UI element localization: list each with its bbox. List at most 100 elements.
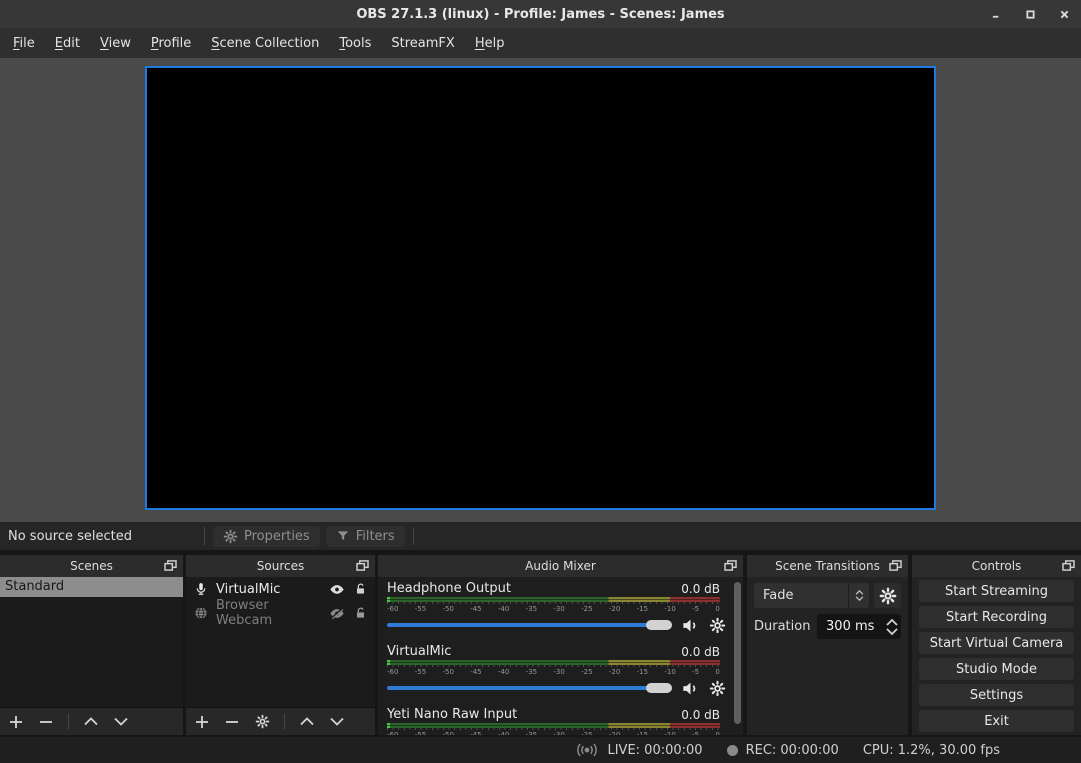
chevron-up-icon — [855, 590, 864, 595]
properties-button-label: Properties — [244, 529, 310, 544]
menu-help[interactable]: Help — [465, 32, 515, 55]
move-scene-up-button[interactable] — [83, 717, 99, 726]
unlock-icon[interactable] — [352, 582, 368, 597]
settings-button[interactable]: Settings — [919, 684, 1074, 706]
transition-properties-button[interactable] — [874, 583, 901, 608]
window-controls — [989, 0, 1071, 28]
menu-profile[interactable]: Profile — [141, 32, 201, 55]
eye-slash-icon[interactable] — [329, 605, 345, 622]
start-streaming-button[interactable]: Start Streaming — [919, 580, 1074, 602]
meter-scale-label: -40 — [498, 730, 509, 735]
volume-slider-handle[interactable] — [646, 620, 672, 630]
meter-scale-label: -25 — [581, 604, 592, 614]
duration-spinner[interactable] — [883, 614, 901, 639]
add-source-button[interactable] — [194, 715, 210, 729]
audio-mixer-body: Headphone Output 0.0 dB -60-55-50-45-40-… — [378, 577, 743, 735]
chevron-down-icon — [114, 717, 128, 726]
meter-scale-label: -30 — [553, 667, 564, 677]
scene-transitions-panel-title: Scene Transitions — [747, 559, 908, 573]
source-name: Browser Webcam — [216, 598, 322, 628]
menu-edit[interactable]: Edit — [45, 32, 90, 55]
transition-select[interactable]: Fade — [754, 583, 869, 608]
obs-window: OBS 27.1.3 (linux) - Profile: James - Sc… — [0, 0, 1081, 763]
chevron-up-icon — [84, 717, 98, 726]
remove-source-button[interactable] — [224, 715, 240, 729]
toolbar-separator — [413, 527, 414, 545]
channel-db-value: 0.0 dB — [681, 708, 720, 722]
remove-scene-button[interactable] — [38, 715, 54, 729]
meter-scale-label: -50 — [442, 667, 453, 677]
source-row-browser-webcam[interactable]: Browser Webcam — [186, 601, 375, 625]
record-dot-icon — [727, 745, 738, 756]
volume-slider-handle[interactable] — [646, 683, 672, 693]
controls-panel: Controls Start Streaming Start Recording… — [912, 555, 1081, 735]
sources-panel-header: Sources — [186, 555, 375, 577]
audio-mixer-panel: Audio Mixer Headphone Output 0.0 dB -60-… — [378, 555, 743, 735]
meter-scale-label: -10 — [664, 730, 675, 735]
move-source-down-button[interactable] — [329, 717, 345, 726]
mixer-channel-virtualmic: VirtualMic 0.0 dB -60-55-50-45-40-35-30-… — [387, 643, 734, 699]
start-virtual-camera-button[interactable]: Start Virtual Camera — [919, 632, 1074, 654]
gear-icon[interactable] — [709, 617, 726, 634]
source-name: VirtualMic — [216, 582, 322, 597]
speaker-icon[interactable] — [681, 679, 700, 698]
live-time-label: LIVE: 00:00:00 — [607, 743, 702, 758]
window-title: OBS 27.1.3 (linux) - Profile: James - Sc… — [356, 7, 724, 22]
move-source-up-button[interactable] — [299, 717, 315, 726]
combo-spinner[interactable] — [848, 583, 869, 608]
toolbar-separator — [68, 714, 69, 730]
menu-tools[interactable]: Tools — [329, 32, 381, 55]
menu-streamfx[interactable]: StreamFX — [381, 32, 464, 55]
speaker-icon[interactable] — [681, 616, 700, 635]
meter-scale: -60-55-50-45-40-35-30-25-20-15-10-50 — [387, 604, 720, 614]
menu-view[interactable]: View — [90, 32, 141, 55]
sources-list: VirtualMic Browser Webcam — [186, 577, 375, 707]
preview-canvas[interactable] — [145, 66, 936, 510]
plus-icon — [9, 715, 23, 729]
meter-scale-label: -45 — [470, 667, 481, 677]
meter-scale-label: -5 — [692, 604, 699, 614]
menu-file[interactable]: File — [3, 32, 45, 55]
gear-icon — [255, 714, 270, 729]
meter-scale-label: 0 — [715, 604, 719, 614]
plus-icon — [195, 715, 209, 729]
minimize-icon — [992, 10, 1001, 19]
start-recording-button[interactable]: Start Recording — [919, 606, 1074, 628]
meter-scale-label: -25 — [581, 667, 592, 677]
popout-icon — [356, 560, 369, 571]
properties-button[interactable]: Properties — [213, 526, 320, 547]
meter-scale-label: -45 — [470, 730, 481, 735]
meter-scale: -60-55-50-45-40-35-30-25-20-15-10-50 — [387, 730, 720, 735]
volume-slider[interactable] — [387, 623, 672, 627]
maximize-button[interactable] — [1023, 7, 1037, 21]
meter-scale-label: -45 — [470, 604, 481, 614]
minimize-button[interactable] — [989, 7, 1003, 21]
audio-mixer-panel-title: Audio Mixer — [378, 559, 743, 573]
meter-scale-label: -10 — [664, 667, 675, 677]
studio-mode-button[interactable]: Studio Mode — [919, 658, 1074, 680]
meter-scale: -60-55-50-45-40-35-30-25-20-15-10-50 — [387, 667, 720, 677]
eye-icon[interactable] — [329, 581, 345, 598]
unlock-icon[interactable] — [352, 606, 368, 621]
gear-icon[interactable] — [709, 680, 726, 697]
rec-status: REC: 00:00:00 — [727, 743, 839, 758]
scene-transitions-panel: Scene Transitions Fade — [747, 555, 908, 735]
globe-icon — [193, 606, 209, 620]
exit-button[interactable]: Exit — [919, 710, 1074, 732]
meter-scale-label: -5 — [692, 730, 699, 735]
add-scene-button[interactable] — [8, 715, 24, 729]
filters-button[interactable]: Filters — [326, 526, 405, 547]
meter-scale-label: -10 — [664, 604, 675, 614]
mixer-channel-headphone-output: Headphone Output 0.0 dB -60-55-50-45-40-… — [387, 580, 734, 636]
duration-spinbox[interactable]: 300 ms — [817, 614, 901, 639]
volume-slider[interactable] — [387, 686, 672, 690]
move-scene-down-button[interactable] — [113, 717, 129, 726]
close-button[interactable] — [1057, 7, 1071, 21]
scene-item-standard[interactable]: Standard — [0, 577, 183, 597]
mixer-scrollbar[interactable] — [734, 582, 741, 724]
menu-scene-collection[interactable]: Scene Collection — [201, 32, 329, 55]
source-properties-button[interactable] — [254, 714, 270, 729]
toolbar-separator — [284, 714, 285, 730]
filter-icon — [336, 529, 350, 543]
filters-button-label: Filters — [356, 529, 395, 544]
